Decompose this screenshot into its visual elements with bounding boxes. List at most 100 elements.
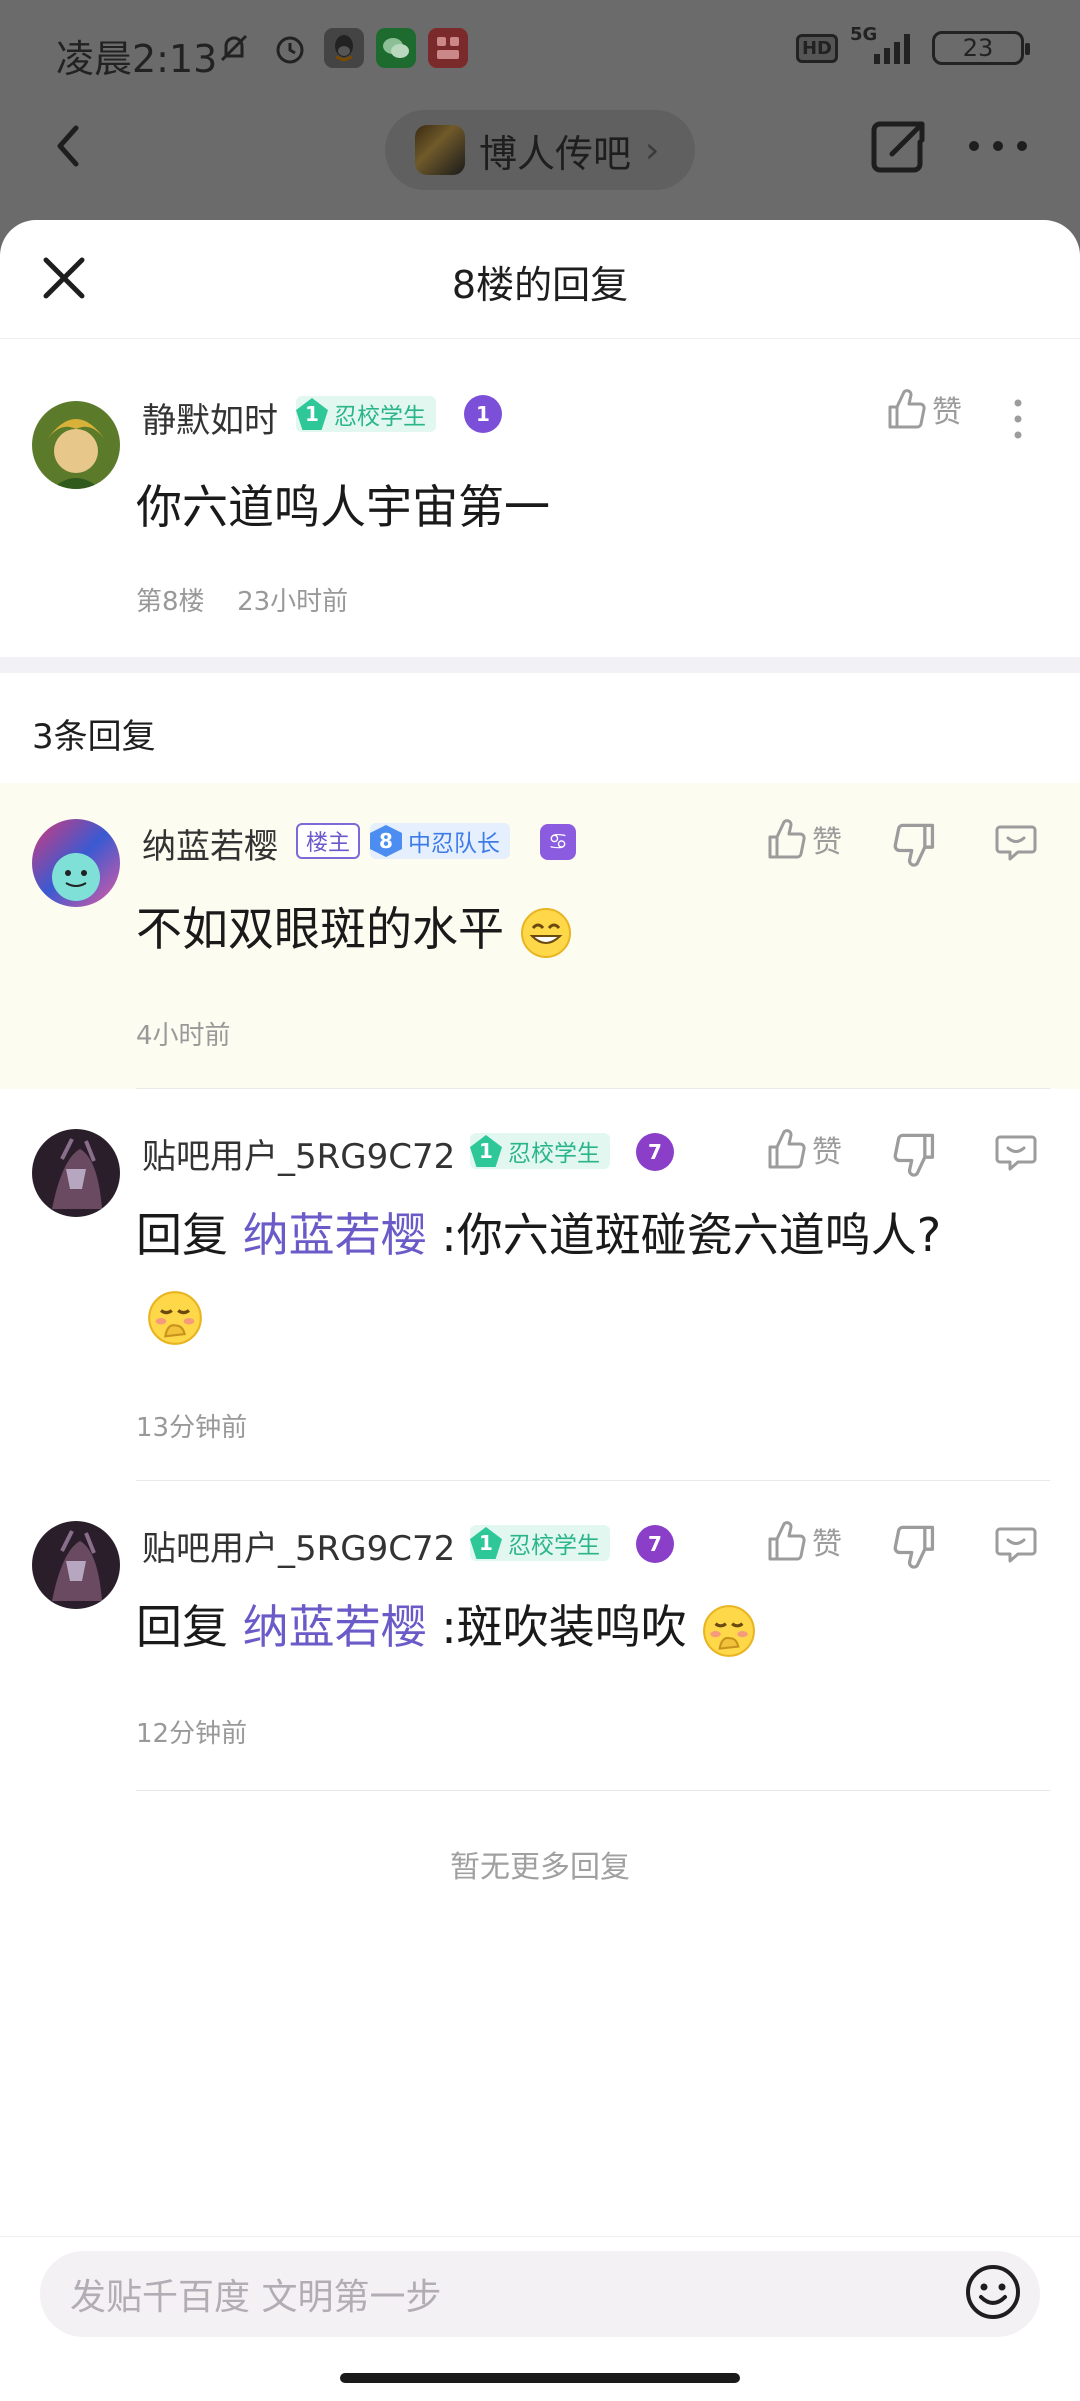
forum-entry[interactable]: 博人传吧 › bbox=[385, 110, 695, 190]
back-button[interactable] bbox=[40, 116, 100, 176]
like-label: 赞 bbox=[932, 395, 962, 430]
alarm-icon bbox=[268, 26, 312, 70]
thumbs-down-icon bbox=[893, 1133, 935, 1177]
back-icon bbox=[57, 125, 79, 167]
share-icon bbox=[871, 121, 925, 173]
reply-button[interactable] bbox=[994, 819, 1042, 867]
level-title: 中忍队长 bbox=[408, 831, 500, 857]
more-button[interactable] bbox=[958, 114, 1038, 178]
status-icons bbox=[212, 26, 468, 70]
reply-text: 不如双眼斑的水平 bbox=[136, 902, 504, 956]
emoji-button[interactable] bbox=[962, 2261, 1024, 2323]
post-time: 23小时前 bbox=[237, 587, 349, 617]
sheet-title: 8楼的回复 bbox=[451, 263, 629, 307]
like-label: 赞 bbox=[812, 1135, 842, 1170]
floor-number: 第8楼 bbox=[136, 587, 205, 617]
more-options-button[interactable] bbox=[1000, 395, 1036, 443]
battery-indicator: 23 bbox=[932, 31, 1030, 65]
avatar[interactable] bbox=[32, 819, 120, 907]
shy-emoji-icon bbox=[703, 1604, 756, 1657]
qq-icon bbox=[324, 28, 364, 68]
member-badge-number: 7 bbox=[648, 1140, 662, 1164]
avatar[interactable] bbox=[32, 1521, 120, 1609]
username[interactable]: 纳蓝若樱 bbox=[142, 819, 278, 868]
reply-prefix: 回复 bbox=[136, 1600, 228, 1654]
member-badge: 7 bbox=[636, 1133, 674, 1171]
reply-content: 回复 纳蓝若樱 :斑吹装鸣吹 bbox=[136, 1591, 757, 1659]
divider bbox=[136, 1790, 1050, 1791]
member-badge-number: 7 bbox=[648, 1532, 662, 1556]
home-indicator[interactable] bbox=[340, 2373, 740, 2383]
member-badge: 7 bbox=[636, 1525, 674, 1563]
level-title: 忍校学生 bbox=[508, 1533, 600, 1559]
level-number: 8 bbox=[370, 825, 402, 857]
member-badge-number: 1 bbox=[476, 402, 490, 426]
level-badge: 1 忍校学生 bbox=[470, 1133, 610, 1169]
comment-icon bbox=[995, 1135, 1037, 1171]
dislike-button[interactable] bbox=[893, 821, 941, 869]
section-divider bbox=[0, 657, 1080, 673]
wechat-icon bbox=[376, 28, 416, 68]
reply-count: 3条回复 bbox=[32, 717, 156, 757]
hd-indicator: HD bbox=[795, 33, 838, 63]
smiley-icon bbox=[966, 2265, 1020, 2319]
comment-input[interactable]: 发贴千百度 文明第一步 bbox=[40, 2251, 1040, 2337]
mention-link[interactable]: 纳蓝若樱 bbox=[243, 1208, 427, 1262]
original-comment: 静默如时 1 忍校学生 1 赞 你六道鸣人宇宙第一 第8楼 23小时前 bbox=[0, 339, 1080, 657]
avatar[interactable] bbox=[32, 401, 120, 489]
like-label: 赞 bbox=[812, 825, 842, 860]
level-badge: 1 忍校学生 bbox=[296, 396, 436, 432]
top-nav: 博人传吧 › bbox=[0, 100, 1080, 220]
like-button[interactable]: 赞 bbox=[766, 1519, 842, 1563]
like-button[interactable]: 赞 bbox=[886, 387, 962, 431]
thumbs-up-icon bbox=[888, 389, 926, 429]
reply-item: 贴吧用户_5RG9C72 1 忍校学生 7 赞 回复 纳蓝若樱 :你六道斑碰瓷六… bbox=[0, 1089, 1080, 1481]
thumbs-up-icon bbox=[768, 819, 806, 859]
status-bar: 凌晨2:13 HD 5G 23 bbox=[0, 0, 1080, 100]
input-placeholder: 发贴千百度 文明第一步 bbox=[70, 2277, 442, 2318]
reply-content: 不如双眼斑的水平 bbox=[136, 893, 573, 960]
no-more-replies: 暂无更多回复 bbox=[450, 1850, 630, 1885]
comment-meta: 第8楼 23小时前 bbox=[136, 581, 348, 618]
app-icon bbox=[428, 28, 468, 68]
comment-icon bbox=[995, 1527, 1037, 1563]
dislike-button[interactable] bbox=[893, 1523, 941, 1571]
mute-icon bbox=[212, 26, 256, 70]
post-time: 12分钟前 bbox=[136, 1719, 248, 1749]
signal-icon: 5G bbox=[850, 24, 920, 66]
member-badge: 1 bbox=[464, 395, 502, 433]
post-time: 13分钟前 bbox=[136, 1413, 248, 1443]
like-button[interactable]: 赞 bbox=[766, 817, 842, 861]
reply-content: 回复 纳蓝若樱 :你六道斑碰瓷六道鸣人? bbox=[136, 1199, 941, 1265]
username[interactable]: 贴吧用户_5RG9C72 bbox=[142, 1521, 455, 1570]
like-button[interactable]: 赞 bbox=[766, 1127, 842, 1171]
avatar[interactable] bbox=[32, 1129, 120, 1217]
username[interactable]: 贴吧用户_5RG9C72 bbox=[142, 1129, 455, 1178]
comment-icon bbox=[995, 825, 1037, 861]
reply-button[interactable] bbox=[994, 1521, 1042, 1569]
level-number: 1 bbox=[470, 1135, 502, 1167]
level-number: 1 bbox=[470, 1527, 502, 1559]
reply-text: :斑吹装鸣吹 bbox=[441, 1600, 687, 1654]
mention-link[interactable]: 纳蓝若樱 bbox=[243, 1600, 427, 1654]
reply-count-row: 3条回复 bbox=[0, 673, 1080, 783]
reply-button[interactable] bbox=[994, 1129, 1042, 1177]
reply-item: 贴吧用户_5RG9C72 1 忍校学生 7 赞 回复 纳蓝若樱 :斑吹装鸣吹 1… bbox=[0, 1481, 1080, 1791]
zodiac-badge-icon: ♋ bbox=[540, 824, 576, 860]
chevron-right-icon: › bbox=[645, 129, 660, 171]
battery-level: 23 bbox=[962, 34, 994, 62]
comment-input-bar: 发贴千百度 文明第一步 bbox=[0, 2236, 1080, 2401]
dislike-button[interactable] bbox=[893, 1131, 941, 1179]
level-title: 忍校学生 bbox=[334, 404, 426, 430]
thumbs-up-icon bbox=[768, 1521, 806, 1561]
share-button[interactable] bbox=[866, 114, 930, 178]
forum-name: 博人传吧 bbox=[479, 131, 632, 176]
thumbs-down-icon bbox=[893, 1525, 935, 1569]
shy-emoji-icon bbox=[146, 1289, 204, 1351]
owner-tag: 楼主 bbox=[296, 823, 361, 859]
thumbs-up-icon bbox=[768, 1129, 806, 1169]
comment-content: 你六道鸣人宇宙第一 bbox=[136, 480, 550, 534]
reply-item: 纳蓝若樱 楼主 8 中忍队长 ♋ 赞 不如双眼斑的水平 4小时前 bbox=[0, 783, 1080, 1089]
post-time: 4小时前 bbox=[136, 1021, 231, 1051]
username[interactable]: 静默如时 bbox=[142, 393, 278, 442]
